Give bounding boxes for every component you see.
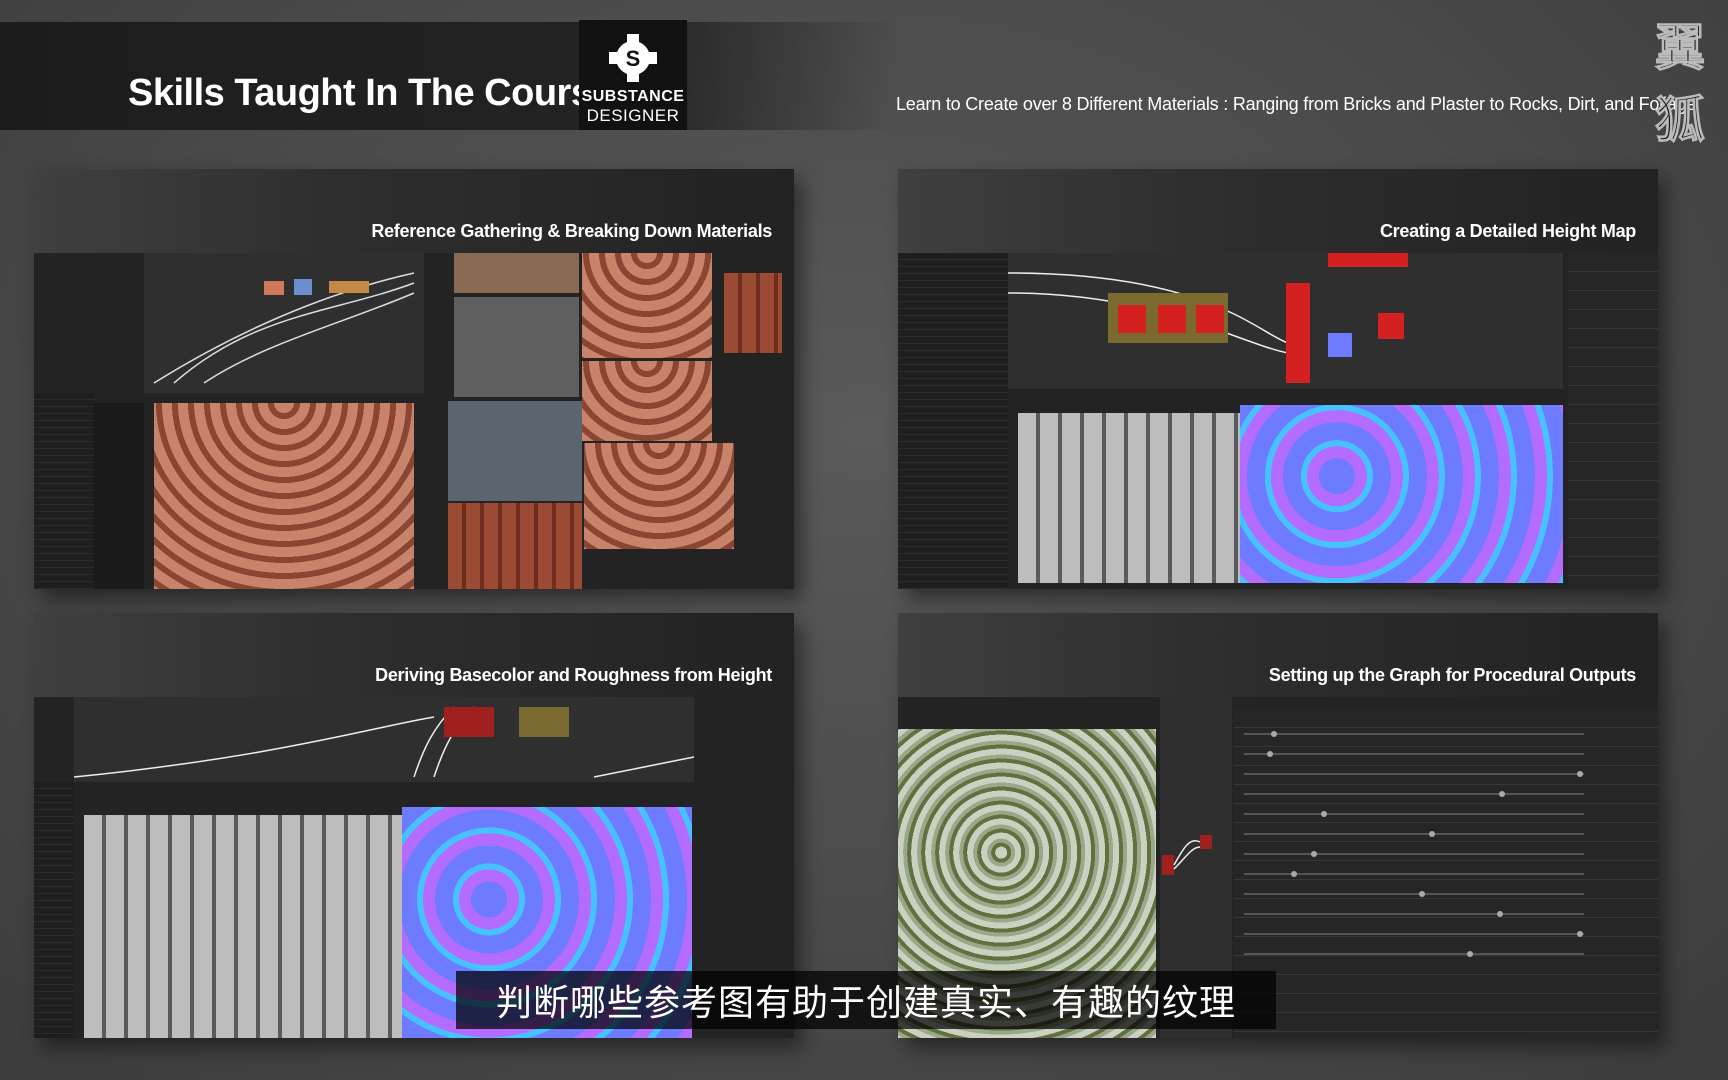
node-connections <box>1007 253 1408 383</box>
node-graph-area <box>73 697 695 782</box>
panel-height-map: Creating a Detailed Height Map <box>898 169 1658 589</box>
library-thumbnails <box>94 403 144 589</box>
3d-view-roof-tiles <box>154 403 414 589</box>
panel-title: Reference Gathering & Breaking Down Mate… <box>371 221 772 241</box>
node-connections <box>153 272 415 384</box>
screenshot-substance-ui <box>34 253 794 589</box>
reference-photo-4 <box>724 273 782 353</box>
library-panel <box>34 782 74 1038</box>
reference-photo-8 <box>584 443 734 549</box>
library-panel <box>898 253 1008 589</box>
substance-designer-logo: S SUBSTANCE DESIGNER <box>579 20 687 130</box>
reference-photo-6 <box>582 361 712 441</box>
course-subtitle: Learn to Create over 8 Different Materia… <box>896 94 1697 114</box>
panel-title: Setting up the Graph for Procedural Outp… <box>1268 665 1636 685</box>
node-connections <box>73 706 695 778</box>
logo-text-substance: SUBSTANCE <box>581 88 685 105</box>
logo-text-designer: DESIGNER <box>586 106 680 125</box>
properties-panel <box>1568 253 1658 589</box>
video-caption-bar: 判断哪些参考图有助于创建真实、有趣的纹理 <box>456 971 1276 1029</box>
reference-photo-1 <box>454 253 579 293</box>
3d-view-height <box>84 815 402 1038</box>
node-graph-area <box>144 253 424 393</box>
node-graph-area <box>1007 253 1563 389</box>
panel-reference-gathering: Reference Gathering & Breaking Down Mate… <box>34 169 794 589</box>
properties-panel <box>1234 709 1658 1038</box>
video-caption: 判断哪些参考图有助于创建真实、有趣的纹理 <box>495 983 1236 1024</box>
watermark-logo: 翼狐 <box>1655 19 1706 150</box>
reference-photo-3 <box>582 253 712 358</box>
panel-title: Deriving Basecolor and Roughness from He… <box>375 665 772 685</box>
svg-text:S: S <box>626 46 641 71</box>
library-panel <box>34 393 94 589</box>
reference-photo-2 <box>454 297 579 397</box>
reference-photo-5 <box>448 401 582 501</box>
panel-title: Creating a Detailed Height Map <box>1379 221 1636 241</box>
substance-logo-icon: S <box>609 34 657 82</box>
slider-list <box>1244 731 1584 957</box>
reference-photo-7 <box>448 503 582 589</box>
screenshot-substance-ui <box>898 253 1658 589</box>
3d-view-height <box>1018 413 1240 583</box>
page-title: Skills Taught In The Course <box>128 72 613 114</box>
2d-view-normal <box>1240 405 1563 583</box>
